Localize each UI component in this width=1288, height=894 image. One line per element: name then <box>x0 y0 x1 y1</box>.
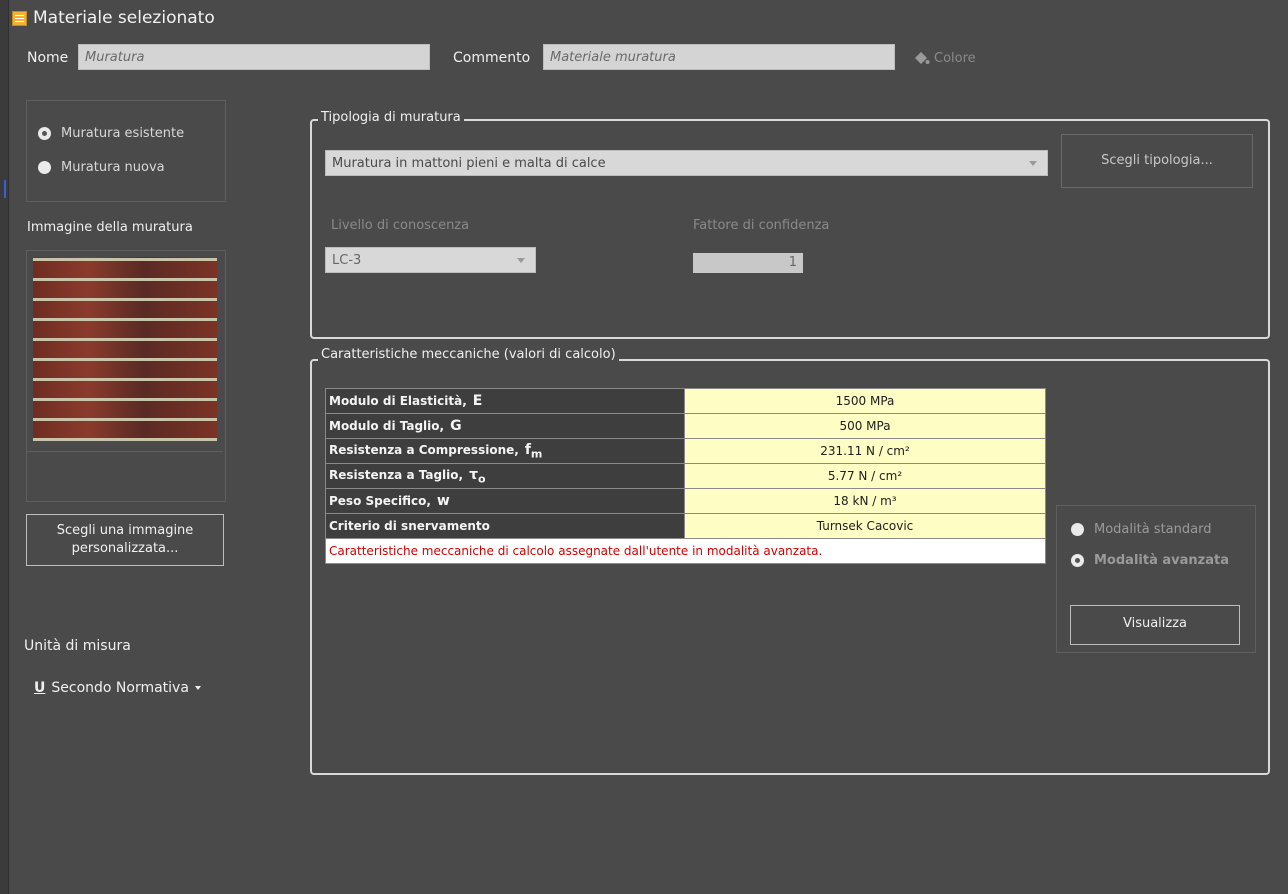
chevron-down-icon <box>1029 160 1037 166</box>
notepad-icon <box>12 10 27 26</box>
property-name: Modulo di Taglio, G <box>325 413 685 439</box>
table-row: Caratteristiche meccaniche di calcolo as… <box>325 538 1046 564</box>
knowledge-level-combo[interactable]: LC-3 <box>325 247 536 273</box>
property-name: Modulo di Elasticità, E <box>325 388 685 414</box>
view-button[interactable]: Visualizza <box>1070 605 1240 645</box>
color-button[interactable]: Colore <box>912 50 976 66</box>
units-label: Unità di misura <box>24 638 131 654</box>
radio-standard-label: Modalità standard <box>1094 522 1212 537</box>
property-value[interactable]: 18 kN / m³ <box>684 488 1046 514</box>
comment-label: Commento <box>453 50 531 66</box>
masonry-type-radio-group <box>26 100 226 202</box>
knowledge-level-value: LC-3 <box>332 252 362 268</box>
radio-advanced-label: Modalità avanzata <box>1094 553 1229 568</box>
radio-new-masonry[interactable]: Muratura nuova <box>38 160 165 175</box>
panel-title: Materiale selezionato <box>12 8 215 28</box>
table-row: Peso Specifico, w 18 kN / m³ <box>325 488 1046 514</box>
chevron-down-icon <box>517 257 525 263</box>
property-name: Resistenza a Taglio, τo <box>325 463 685 489</box>
property-value[interactable]: 500 MPa <box>684 413 1046 439</box>
table-row: Resistenza a Taglio, τo 5.77 N / cm² <box>325 463 1046 489</box>
choose-image-button[interactable]: Scegli una immagine personalizzata... <box>26 514 224 566</box>
radio-advanced-mode[interactable]: Modalità avanzata <box>1071 553 1229 568</box>
advanced-mode-note: Caratteristiche meccaniche di calcolo as… <box>325 538 1046 564</box>
tipologia-legend: Tipologia di muratura <box>318 110 464 125</box>
comment-input[interactable]: Materiale muratura <box>543 44 895 70</box>
units-icon: U <box>34 680 46 696</box>
radio-existing-indicator[interactable] <box>38 127 51 140</box>
properties-table: Modulo di Elasticità, E 1500 MPa Modulo d… <box>325 388 1046 564</box>
confidence-factor-field[interactable]: 1 <box>693 253 803 273</box>
radio-new-label: Muratura nuova <box>61 160 165 175</box>
name-input[interactable]: Muratura <box>78 44 430 70</box>
property-value[interactable]: 5.77 N / cm² <box>684 463 1046 489</box>
tipologia-combo-value: Muratura in mattoni pieni e malta di cal… <box>332 155 606 171</box>
property-name: Criterio di snervamento <box>325 513 685 539</box>
table-row: Resistenza a Compressione, fm 231.11 N / … <box>325 438 1046 464</box>
units-dropdown[interactable]: U Secondo Normativa <box>34 680 201 696</box>
image-divider <box>27 451 223 452</box>
radio-existing-label: Muratura esistente <box>61 126 185 141</box>
chevron-down-icon <box>194 686 201 690</box>
choose-tipologia-button[interactable]: Scegli tipologia... <box>1061 134 1253 188</box>
table-row: Modulo di Taglio, G 500 MPa <box>325 413 1046 439</box>
radio-standard-indicator[interactable] <box>1071 523 1084 536</box>
property-value[interactable]: Turnsek Cacovic <box>684 513 1046 539</box>
masonry-image <box>33 257 217 441</box>
knowledge-level-label: Livello di conoscenza <box>331 218 470 233</box>
name-label: Nome <box>27 50 69 66</box>
mechanical-legend: Caratteristiche meccaniche (valori di ca… <box>318 347 619 362</box>
property-value[interactable]: 1500 MPa <box>684 388 1046 414</box>
units-value: Secondo Normativa <box>51 680 189 696</box>
table-row: Criterio di snervamento Turnsek Cacovic <box>325 513 1046 539</box>
radio-standard-mode[interactable]: Modalità standard <box>1071 522 1211 537</box>
property-value[interactable]: 231.11 N / cm² <box>684 438 1046 464</box>
panel-title-text: Materiale selezionato <box>33 8 215 28</box>
color-button-label: Colore <box>934 50 976 66</box>
radio-existing-masonry[interactable]: Muratura esistente <box>38 126 184 141</box>
focus-marker <box>4 180 6 198</box>
radio-advanced-indicator[interactable] <box>1071 554 1084 567</box>
tipologia-combo[interactable]: Muratura in mattoni pieni e malta di cal… <box>325 150 1048 176</box>
paint-bucket-icon <box>915 52 930 64</box>
table-row: Modulo di Elasticità, E 1500 MPa <box>325 388 1046 414</box>
property-name: Resistenza a Compressione, fm <box>325 438 685 464</box>
property-name: Peso Specifico, w <box>325 488 685 514</box>
window-left-edge <box>0 0 9 894</box>
confidence-factor-label: Fattore di confidenza <box>693 218 830 233</box>
image-label: Immagine della muratura <box>27 220 193 235</box>
radio-new-indicator[interactable] <box>38 161 51 174</box>
